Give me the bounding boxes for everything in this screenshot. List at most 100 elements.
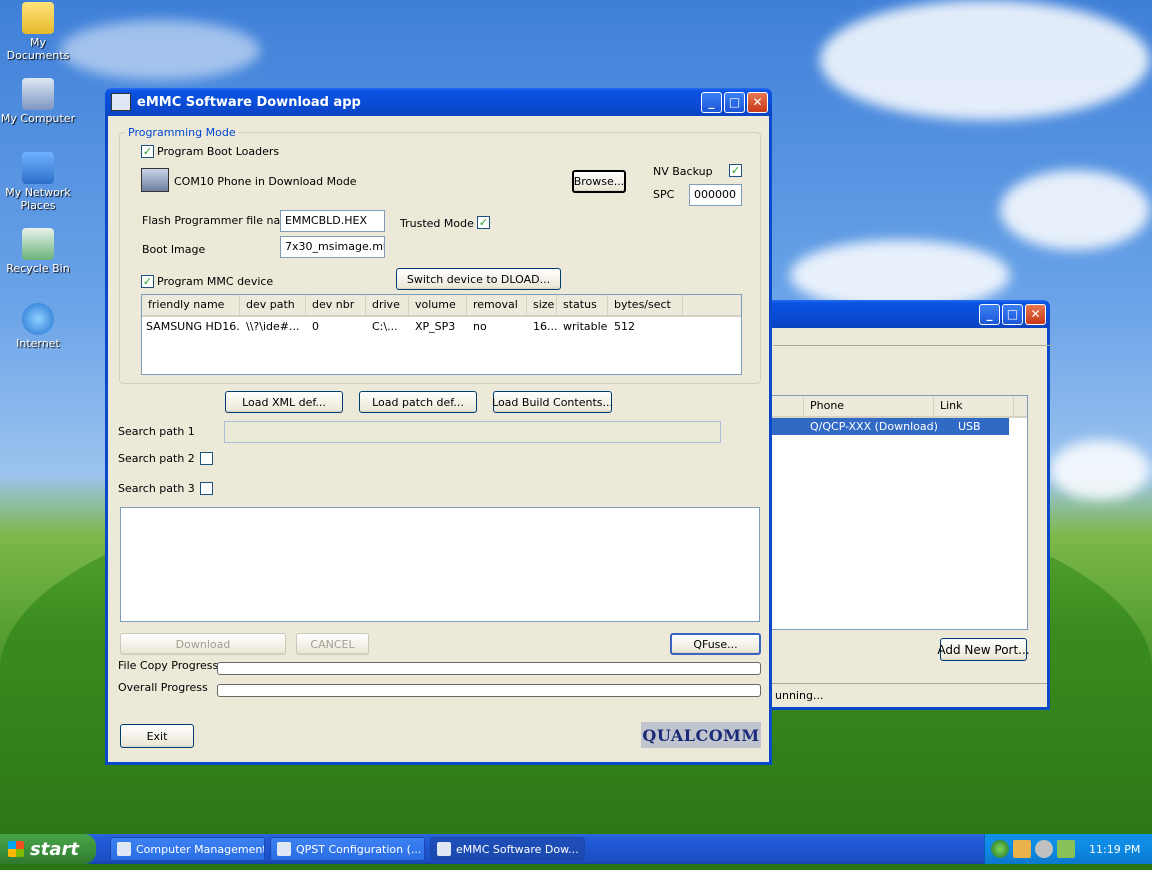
security-icon[interactable] <box>1035 840 1053 858</box>
emmc-app-icon <box>437 842 451 856</box>
nv-backup-checkbox[interactable]: ✓ <box>729 164 742 177</box>
close-button[interactable]: ✕ <box>747 91 768 113</box>
status-text: unning... <box>775 689 824 702</box>
desktop-icon-label: My Network Places <box>5 186 71 212</box>
task-label: eMMC Software Dow... <box>456 842 579 856</box>
program-mmc-label: Program MMC device <box>157 275 274 288</box>
network-icon <box>22 152 54 184</box>
exit-button[interactable]: Exit <box>120 724 194 748</box>
network-globe-icon[interactable] <box>991 840 1009 858</box>
column-header[interactable]: friendly name <box>142 295 240 315</box>
column-header[interactable]: size <box>527 295 557 315</box>
task-qpst-configuration[interactable]: QPST Configuration (... <box>270 837 425 861</box>
table-cell: SAMSUNG HD16... <box>146 320 240 333</box>
device-table[interactable]: friendly name dev path dev nbr drive vol… <box>141 294 742 375</box>
maximize-button[interactable]: □ <box>1002 303 1023 325</box>
task-emmc-download[interactable]: eMMC Software Dow... <box>430 837 585 861</box>
programming-mode-title: Programming Mode <box>125 126 239 139</box>
table-cell: \\?\ide#... <box>246 320 300 333</box>
status-bar: unning... <box>743 683 1047 706</box>
search-path-2-checkbox[interactable] <box>200 452 213 465</box>
table-row[interactable]: SAMSUNG HD16... \\?\ide#... 0 C:\... XP_… <box>142 318 741 335</box>
search-path-3-checkbox[interactable] <box>200 482 213 495</box>
desktop-icon-internet[interactable]: Internet <box>0 303 76 350</box>
table-cell: C:\... <box>372 320 398 333</box>
load-xml-button[interactable]: Load XML def... <box>225 391 343 413</box>
task-label: QPST Configuration (... <box>296 842 422 856</box>
phone-computer-icon <box>141 168 169 192</box>
file-copy-progress-bar <box>217 662 761 675</box>
link-cell: USB <box>958 420 981 433</box>
desktop-icon-my-documents[interactable]: My Documents <box>0 2 76 62</box>
phone-list-header: Phone Link <box>764 396 1027 418</box>
overall-progress-bar <box>217 684 761 697</box>
maximize-button[interactable]: □ <box>724 91 745 113</box>
column-header[interactable]: removal <box>467 295 527 315</box>
boot-image-field[interactable]: 7x30_msimage.mbn <box>280 236 385 258</box>
search-path-1-field[interactable] <box>224 421 721 443</box>
emmc-window: eMMC Software Download app _ □ ✕ Program… <box>105 88 772 765</box>
column-header-link[interactable]: Link <box>934 396 1014 416</box>
cancel-button[interactable]: CANCEL <box>296 633 369 655</box>
minimize-button[interactable]: _ <box>701 91 722 113</box>
task-computer-management[interactable]: Computer Management <box>110 837 265 861</box>
qualcomm-logo: QUALCOMM <box>641 722 761 748</box>
load-build-button[interactable]: Load Build Contents... <box>492 391 613 413</box>
desktop-icon-recycle-bin[interactable]: Recycle Bin <box>0 228 76 275</box>
table-cell: 512 <box>614 320 635 333</box>
program-mmc-checkbox[interactable]: ✓ <box>141 275 154 288</box>
start-button[interactable]: start <box>0 834 96 864</box>
flash-programmer-field[interactable]: EMMCBLD.HEX <box>280 210 385 232</box>
emmc-titlebar: eMMC Software Download app _ □ ✕ <box>105 88 772 116</box>
clock: 11:19 PM <box>1089 842 1141 856</box>
desktop-icon-label: Recycle Bin <box>6 262 70 275</box>
table-cell: XP_SP3 <box>415 320 456 333</box>
desktop-icon-network-places[interactable]: My Network Places <box>0 152 76 212</box>
log-output[interactable] <box>120 507 760 622</box>
folder-icon <box>22 2 54 34</box>
trusted-mode-checkbox[interactable]: ✓ <box>477 216 490 229</box>
add-new-port-button[interactable]: Add New Port... <box>937 638 1030 661</box>
column-header[interactable]: status <box>557 295 608 315</box>
search-path-1-label: Search path 1 <box>118 425 195 438</box>
qpst-titlebar: _ □ ✕ <box>740 300 1050 328</box>
switch-dload-button[interactable]: Switch device to DLOAD... <box>396 268 561 290</box>
search-path-3-label: Search path 3 <box>118 482 195 495</box>
spc-field[interactable]: 000000 <box>689 184 742 206</box>
boot-image-label: Boot Image <box>142 243 206 256</box>
close-button[interactable]: ✕ <box>1025 303 1046 325</box>
column-header[interactable]: volume <box>409 295 467 315</box>
search-path-2-label: Search path 2 <box>118 452 195 465</box>
port-status: COM10 Phone in Download Mode <box>174 175 357 188</box>
download-button[interactable]: Download <box>120 633 286 655</box>
task-label: Computer Management <box>136 842 265 856</box>
qfuse-button[interactable]: QFuse... <box>670 633 761 655</box>
minimize-button[interactable]: _ <box>979 303 1000 325</box>
qpst-window: _ □ ✕ Phone Link Q/QCP-XXX (Download) US… <box>723 300 1053 710</box>
connection-icon[interactable] <box>1057 840 1075 858</box>
system-tray: 11:19 PM <box>984 834 1152 864</box>
column-header-phone[interactable]: Phone <box>804 396 934 416</box>
desktop-icon-label: My Computer <box>0 112 76 125</box>
volume-icon[interactable] <box>1013 840 1031 858</box>
desktop-icon-my-computer[interactable]: My Computer <box>0 78 76 125</box>
phone-cell: Q/QCP-XXX (Download) <box>810 420 938 433</box>
desktop-icon-label: Internet <box>16 337 60 350</box>
computer-management-icon <box>117 842 131 856</box>
program-boot-loaders-checkbox[interactable]: ✓ <box>141 145 154 158</box>
computer-icon <box>22 78 54 110</box>
flash-programmer-label: Flash Programmer file name <box>142 214 298 227</box>
window-title: eMMC Software Download app <box>137 94 361 110</box>
browse-button[interactable]: Browse... <box>572 170 626 193</box>
load-patch-button[interactable]: Load patch def... <box>359 391 477 413</box>
table-cell: no <box>473 320 487 333</box>
phone-row[interactable]: Q/QCP-XXX (Download) USB <box>764 418 1009 435</box>
overall-progress-label: Overall Progress <box>118 681 208 694</box>
column-header[interactable]: dev nbr <box>306 295 366 315</box>
phone-list[interactable]: Phone Link Q/QCP-XXX (Download) USB <box>763 395 1028 630</box>
column-header[interactable]: dev path <box>240 295 306 315</box>
column-header[interactable]: drive <box>366 295 409 315</box>
nv-backup-label: NV Backup <box>653 165 713 178</box>
taskbar: start Computer Management QPST Configura… <box>0 834 1152 864</box>
column-header[interactable]: bytes/sect <box>608 295 683 315</box>
